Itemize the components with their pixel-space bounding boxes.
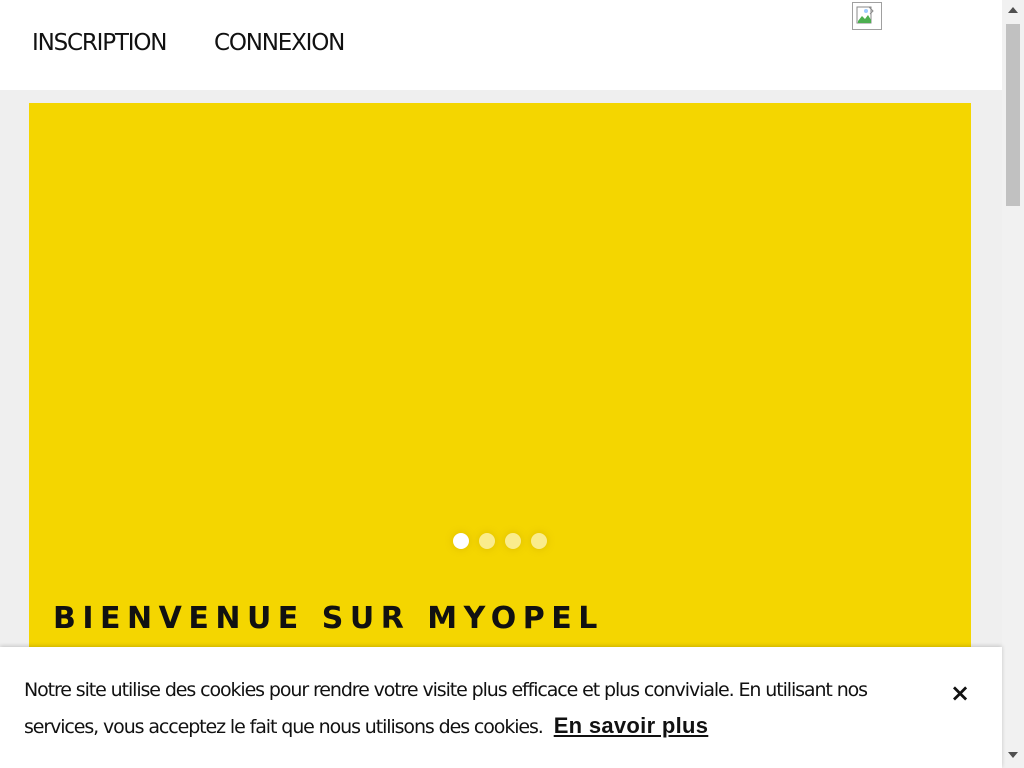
nav-connexion-link[interactable]: CONNEXION [214, 30, 345, 56]
cookie-message: Notre site utilise des cookies pour rend… [24, 673, 904, 745]
scroll-thumb[interactable] [1006, 24, 1020, 206]
carousel-dot-3[interactable] [505, 533, 521, 549]
broken-image-glyph [856, 6, 874, 24]
carousel-dot-2[interactable] [479, 533, 495, 549]
carousel-dot-4[interactable] [531, 533, 547, 549]
cookie-close-icon[interactable]: × [950, 681, 970, 705]
scroll-down-arrow-icon[interactable] [1008, 752, 1018, 758]
carousel-dots [29, 533, 971, 549]
carousel-dot-1[interactable] [453, 533, 469, 549]
hero-banner: BIENVENUE SUR MYOPEL [29, 103, 971, 663]
scroll-up-arrow-icon[interactable] [1008, 7, 1018, 13]
hero-title: BIENVENUE SUR MYOPEL [53, 601, 604, 636]
cookie-banner: Notre site utilise des cookies pour rend… [0, 647, 1002, 768]
broken-image-icon[interactable] [852, 2, 882, 30]
cookie-learn-more-link[interactable]: En savoir plus [554, 713, 709, 738]
site-header: INSCRIPTION CONNEXION [0, 0, 1002, 90]
cookie-message-text: Notre site utilise des cookies pour rend… [24, 679, 868, 738]
page-scrollbar[interactable] [1002, 0, 1024, 768]
nav-inscription-link[interactable]: INSCRIPTION [32, 30, 167, 56]
page: INSCRIPTION CONNEXION BIENVENUE SUR MYOP… [0, 0, 1024, 768]
